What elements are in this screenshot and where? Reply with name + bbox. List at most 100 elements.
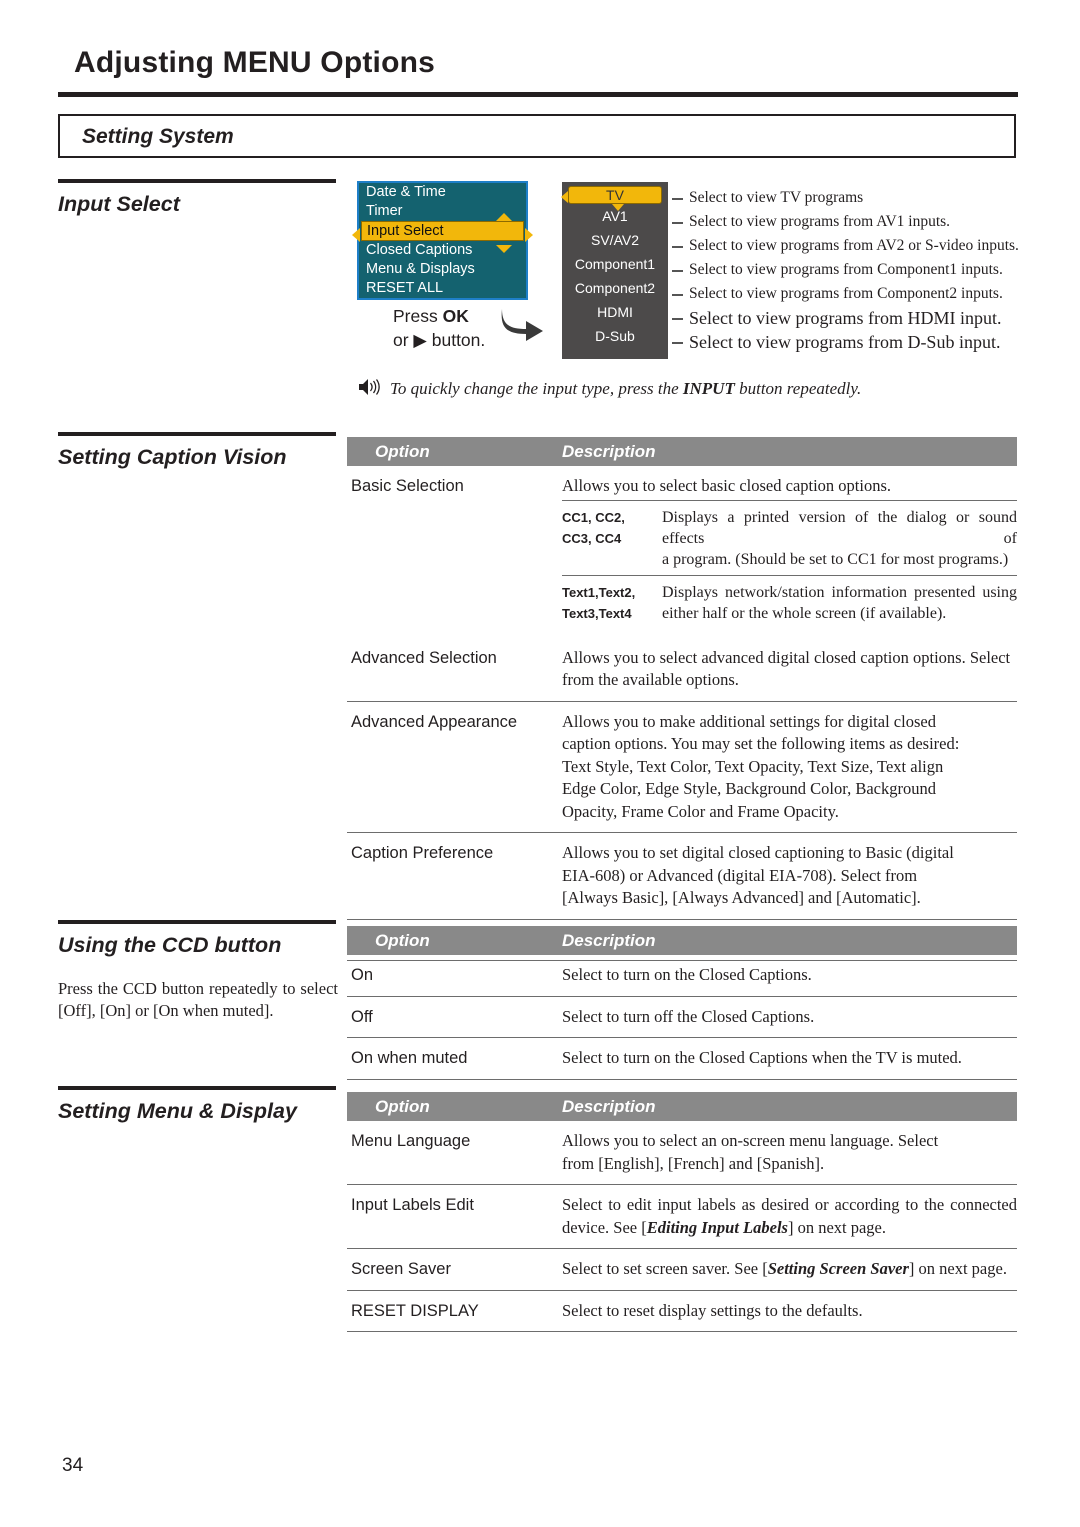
- table-setting-menu-display: Option Description Menu Language Allows you…: [347, 1092, 1017, 1332]
- cell-option: On when muted: [351, 1049, 468, 1067]
- press-ok-instruction: Press OK or ▶ button.: [393, 304, 485, 352]
- table-row: Advanced Selection Allows you to select a…: [347, 638, 1017, 702]
- sub-cell-text: Displays network/station information pre…: [662, 582, 1017, 624]
- page-title: Adjusting MENU Options: [74, 46, 436, 79]
- description-line: Text Style, Text Color, Text Opacity, Te…: [562, 756, 944, 776]
- description-text: ] on next page.: [787, 1217, 887, 1237]
- description-line: EIA-608) or Advanced (digital EIA-708). …: [562, 865, 918, 885]
- osd-menu-item[interactable]: Menu & Displays: [359, 260, 526, 279]
- cell-option: Off: [351, 1007, 373, 1026]
- cell-description: Select to turn on the Closed Captions.: [562, 965, 812, 984]
- column-header-description: Description: [562, 441, 656, 461]
- osd-input-item[interactable]: HDMI: [562, 300, 668, 324]
- column-header-description: Description: [562, 930, 656, 950]
- sub-cell-code: Text1,Text2, Text3,Text4: [562, 582, 662, 624]
- note-input-label: INPUT: [682, 379, 735, 398]
- cell-option: Input Labels Edit: [351, 1196, 474, 1214]
- table-row: Off Select to turn off the Closed Caption…: [347, 997, 1017, 1038]
- cell-option: Menu Language: [351, 1132, 471, 1150]
- description-line: [Always Basic], [Always Advanced] and [A…: [562, 888, 921, 907]
- cell-description: Select to reset display settings to the …: [562, 1300, 863, 1320]
- table-row: On when muted Select to turn on the Close…: [347, 1038, 1017, 1080]
- cell-description: Select to turn off the Closed Captions.: [562, 1006, 815, 1026]
- code-line: CC3, CC4: [562, 530, 622, 546]
- heading-rule: [58, 432, 336, 436]
- column-header-description: Description: [562, 1096, 656, 1116]
- section-banner: Setting System: [58, 114, 1016, 158]
- osd-menu-item[interactable]: Date & Time: [359, 183, 526, 202]
- cell-description: Select to set screen saver. See [Setting…: [562, 1249, 1017, 1290]
- table-row: Input Labels Edit Select to edit input la…: [347, 1185, 1017, 1249]
- heading-using-ccd-button: Using the CCD button: [58, 920, 336, 958]
- column-header-option: Option: [375, 1096, 430, 1116]
- description-line: caption options. You may set the followi…: [562, 734, 960, 753]
- press-ok-line1: Press OK: [393, 306, 469, 326]
- curved-arrow-icon: [501, 309, 543, 341]
- table-ccd-button: Option Description On Select to turn on the…: [347, 926, 1017, 1080]
- input-note: To quickly change the input type, press …: [358, 378, 861, 399]
- table-header-row: Option Description: [347, 1092, 1017, 1121]
- title-divider: [58, 92, 1018, 97]
- sub-text-line: Displays network/station information pre…: [662, 583, 1017, 601]
- sub-table: CC1, CC2, CC3, CC4 Displays a printed vers…: [562, 499, 1017, 629]
- cell-description: Allows you to make additional settings f…: [562, 702, 1017, 833]
- code-line: Text1,Text2,: [562, 584, 636, 600]
- heading-setting-caption-vision: Setting Caption Vision: [58, 432, 336, 470]
- input-description: Select to view programs from AV1 inputs.: [672, 210, 1032, 234]
- left-arrow-icon: [561, 191, 568, 203]
- table-row: Advanced Appearance Allows you to make ad…: [347, 702, 1017, 833]
- cell-option: Advanced Selection: [351, 648, 497, 667]
- description-line: Allows you to make additional settings f…: [562, 711, 936, 731]
- description-text: Select to set screen saver. See [: [562, 1259, 768, 1278]
- sub-cell-text: Displays a printed version of the dialog…: [662, 507, 1017, 570]
- osd-input-item[interactable]: Component1: [562, 252, 668, 276]
- cell-description: Allows you to select basic closed captio…: [562, 466, 1017, 638]
- osd-input-item[interactable]: SV/AV2: [562, 228, 668, 252]
- right-arrow-icon: [525, 228, 533, 242]
- osd-input-list-panel: TV AV1 SV/AV2 Component1 Component2 HDMI D-Sub: [561, 182, 668, 359]
- input-description-list: Select to view TV programs Select to view…: [672, 186, 1032, 354]
- description-line: Edge Color, Edge Style, Background Color…: [562, 779, 936, 798]
- column-header-option: Option: [375, 441, 430, 461]
- description-line: Allows you to set digital closed caption…: [562, 843, 954, 862]
- left-arrow-icon: [352, 228, 360, 242]
- input-description: Select to view programs from D-Sub input…: [672, 330, 1032, 354]
- sub-text-line: a program. (Should be set to CC1 for mos…: [662, 550, 1009, 568]
- heading-rule: [58, 179, 336, 183]
- cell-option: Caption Preference: [351, 844, 494, 862]
- description-reference: Editing Input Labels: [646, 1217, 788, 1237]
- table-row: Caption Preference Allows you to set digi…: [347, 833, 1017, 920]
- osd-input-item[interactable]: D-Sub: [562, 324, 668, 348]
- osd-menu-item[interactable]: Input Select: [361, 221, 524, 241]
- table-setting-caption-vision: Option Description Basic Selection Allows y…: [347, 437, 1017, 961]
- osd-menu-panel: Date & Time Timer Input Select Closed Capti…: [352, 181, 533, 300]
- sub-table-row: CC1, CC2, CC3, CC4 Displays a printed vers…: [562, 499, 1017, 575]
- table-row: On Select to turn on the Closed Captions.: [347, 955, 1017, 997]
- sub-cell-code: CC1, CC2, CC3, CC4: [562, 507, 662, 570]
- ok-label: OK: [442, 306, 469, 326]
- cell-option: Advanced Appearance: [351, 712, 518, 731]
- heading-rule: [58, 920, 336, 924]
- up-arrow-icon: [496, 213, 512, 221]
- section-title: Setting System: [82, 125, 234, 148]
- heading-input-select-label: Input Select: [58, 192, 180, 216]
- description-line: Opacity, Frame Color and Frame Opacity.: [562, 801, 839, 821]
- table-row: Basic Selection Allows you to select basi…: [347, 466, 1017, 638]
- cell-description: Allows you to set digital closed caption…: [562, 833, 1017, 919]
- sub-text-line: either half or the whole screen (if avai…: [662, 604, 947, 622]
- page-number: 34: [62, 1455, 84, 1476]
- table-row: Menu Language Allows you to select an on-…: [347, 1121, 1017, 1185]
- osd-menu-item[interactable]: RESET ALL: [359, 279, 526, 298]
- heading-input-select: Input Select: [58, 179, 336, 217]
- description-reference: Setting Screen Saver: [767, 1259, 909, 1278]
- osd-input-item[interactable]: TV: [568, 186, 662, 204]
- heading-rule: [58, 1086, 336, 1090]
- table-row: RESET DISPLAY Select to reset display set…: [347, 1291, 1017, 1332]
- cell-option: On: [351, 966, 374, 984]
- sub-text-line: Displays a printed version of the dialog…: [662, 508, 1017, 547]
- cell-option: Screen Saver: [351, 1260, 451, 1278]
- input-description: Select to view programs from Component2 …: [672, 282, 1032, 306]
- cell-description: Allows you to select an on-screen menu l…: [562, 1121, 1017, 1184]
- osd-input-item[interactable]: Component2: [562, 276, 668, 300]
- speaker-icon: [359, 379, 380, 395]
